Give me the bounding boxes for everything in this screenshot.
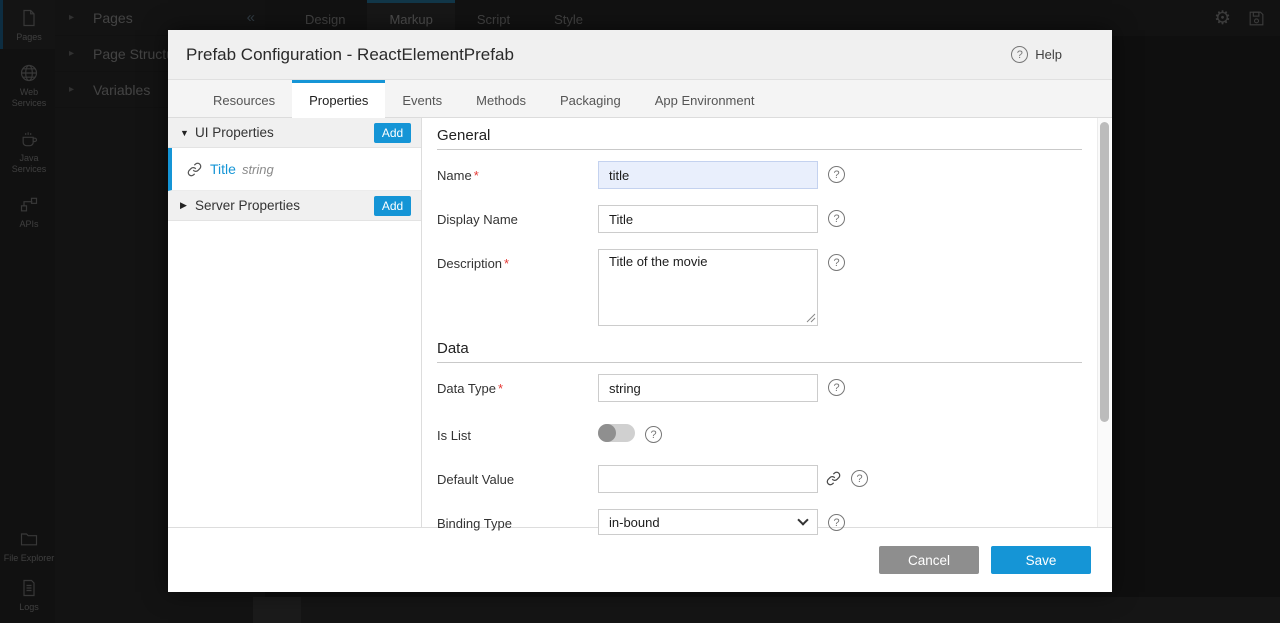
field-label: Display Name bbox=[437, 205, 598, 227]
help-icon: ? bbox=[1011, 46, 1028, 63]
help-icon[interactable]: ? bbox=[828, 166, 845, 183]
help-icon[interactable]: ? bbox=[828, 379, 845, 396]
dialog-footer: Cancel Save bbox=[168, 527, 1112, 592]
help-label: Help bbox=[1035, 47, 1062, 62]
description-textarea-wrap: Title of the movie bbox=[598, 249, 818, 326]
help-icon[interactable]: ? bbox=[645, 426, 662, 443]
name-input[interactable] bbox=[598, 161, 818, 189]
tab-app-environment[interactable]: App Environment bbox=[638, 80, 772, 117]
dialog-header: Prefab Configuration - ReactElementPrefa… bbox=[168, 30, 1112, 80]
tab-label: Resources bbox=[213, 93, 275, 108]
chevron-down-icon bbox=[797, 514, 808, 525]
tab-label: Methods bbox=[476, 93, 526, 108]
screen: Pages Web Services Java Services APIs Fi… bbox=[0, 0, 1280, 623]
server-properties-group[interactable]: ▶ Server Properties Add bbox=[168, 191, 421, 221]
tab-label: Events bbox=[402, 93, 442, 108]
tab-label: Properties bbox=[309, 93, 368, 108]
help-icon[interactable]: ? bbox=[828, 254, 845, 271]
field-label: Name* bbox=[437, 161, 598, 183]
property-item-title[interactable]: Title string bbox=[168, 148, 421, 191]
scrollbar-thumb[interactable] bbox=[1100, 122, 1109, 422]
add-server-property-button[interactable]: Add bbox=[374, 196, 411, 216]
add-ui-property-button[interactable]: Add bbox=[374, 123, 411, 143]
help-link[interactable]: ? Help bbox=[1011, 46, 1062, 63]
property-name: Title bbox=[210, 161, 236, 177]
help-icon[interactable]: ? bbox=[828, 514, 845, 531]
tab-methods[interactable]: Methods bbox=[459, 80, 543, 117]
dialog-body: ▼ UI Properties Add Title string ▶ Serve… bbox=[168, 118, 1112, 527]
required-marker: * bbox=[498, 381, 503, 396]
field-row-is-list: Is List ? bbox=[437, 421, 1082, 443]
group-label: UI Properties bbox=[195, 125, 274, 140]
tab-packaging[interactable]: Packaging bbox=[543, 80, 638, 117]
property-form: General Name* ? Display Name ? Descripti… bbox=[422, 118, 1112, 527]
field-row-data-type: Data Type* ? bbox=[437, 374, 1082, 402]
tab-properties[interactable]: Properties bbox=[292, 80, 385, 118]
field-label: Data Type* bbox=[437, 374, 598, 396]
section-general: General bbox=[437, 127, 1082, 150]
field-row-name: Name* ? bbox=[437, 161, 1082, 189]
help-icon[interactable]: ? bbox=[828, 210, 845, 227]
is-list-toggle[interactable] bbox=[598, 424, 635, 442]
toggle-knob bbox=[598, 424, 616, 442]
field-label: Description* bbox=[437, 249, 598, 271]
bind-link-icon[interactable] bbox=[826, 471, 841, 491]
field-row-default-value: Default Value ? bbox=[437, 465, 1082, 493]
tab-resources[interactable]: Resources bbox=[196, 80, 292, 117]
field-label: Binding Type bbox=[437, 509, 598, 531]
dialog-title: Prefab Configuration - ReactElementPrefa… bbox=[186, 45, 514, 65]
description-textarea[interactable]: Title of the movie bbox=[598, 249, 818, 326]
resize-grip-icon[interactable] bbox=[806, 313, 816, 323]
field-label: Is List bbox=[437, 421, 598, 443]
required-marker: * bbox=[504, 256, 509, 271]
selected-option: in-bound bbox=[609, 515, 660, 530]
display-name-input[interactable] bbox=[598, 205, 818, 233]
field-row-display-name: Display Name ? bbox=[437, 205, 1082, 233]
dialog-tabbar: Resources Properties Events Methods Pack… bbox=[168, 80, 1112, 118]
save-button[interactable]: Save bbox=[991, 546, 1091, 574]
help-icon[interactable]: ? bbox=[851, 470, 868, 487]
properties-list-panel: ▼ UI Properties Add Title string ▶ Serve… bbox=[168, 118, 422, 527]
field-label: Default Value bbox=[437, 465, 598, 487]
data-type-input[interactable] bbox=[598, 374, 818, 402]
form-scrollbar[interactable] bbox=[1097, 118, 1111, 527]
default-value-input[interactable] bbox=[598, 465, 818, 493]
tab-events[interactable]: Events bbox=[385, 80, 459, 117]
prefab-configuration-dialog: Prefab Configuration - ReactElementPrefa… bbox=[168, 30, 1112, 592]
field-row-binding-type: Binding Type in-bound ? bbox=[437, 509, 1082, 535]
link-icon bbox=[187, 162, 202, 177]
cancel-button[interactable]: Cancel bbox=[879, 546, 979, 574]
tab-label: Packaging bbox=[560, 93, 621, 108]
group-label: Server Properties bbox=[195, 198, 300, 213]
tab-label: App Environment bbox=[655, 93, 755, 108]
binding-type-select[interactable]: in-bound bbox=[598, 509, 818, 535]
caret-down-icon: ▼ bbox=[180, 128, 195, 138]
required-marker: * bbox=[474, 168, 479, 183]
caret-right-icon: ▶ bbox=[180, 200, 195, 211]
section-data: Data bbox=[437, 340, 1082, 363]
field-row-description: Description* Title of the movie ? bbox=[437, 249, 1082, 326]
property-type: string bbox=[242, 162, 274, 177]
ui-properties-group[interactable]: ▼ UI Properties Add bbox=[168, 118, 421, 148]
